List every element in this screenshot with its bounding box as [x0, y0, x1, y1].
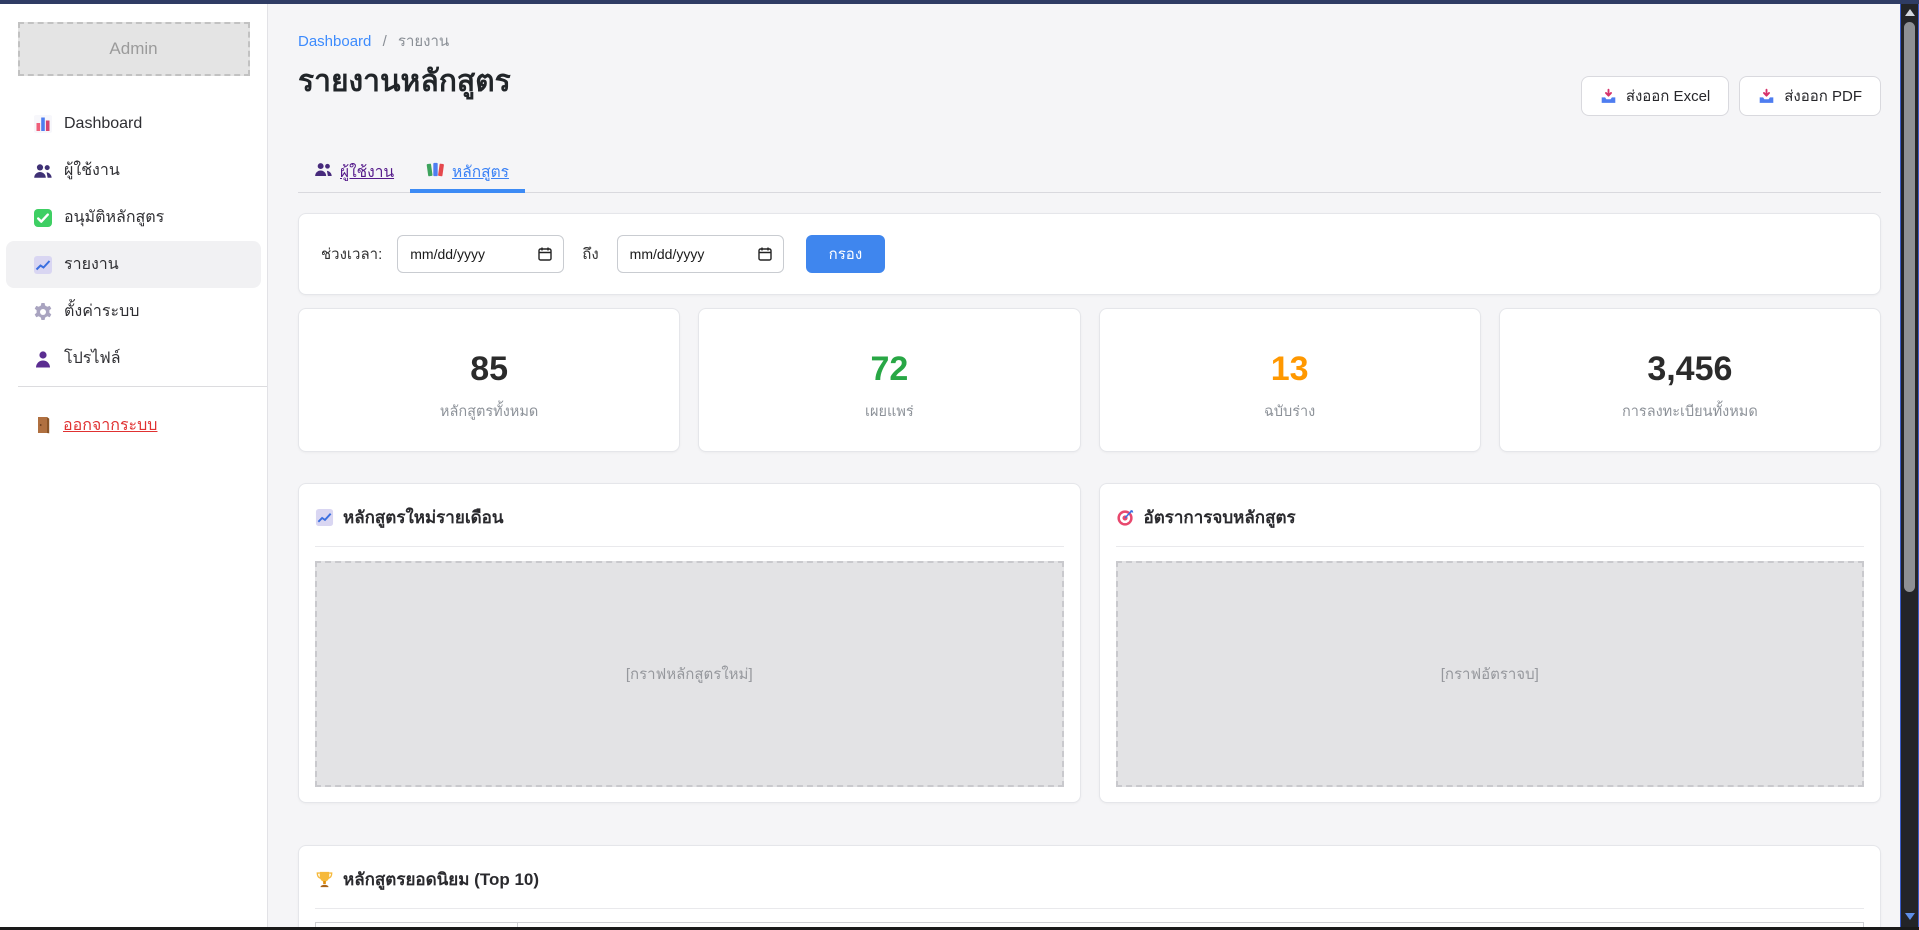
- page-title: รายงานหลักสูตร: [298, 60, 511, 104]
- users-icon: [314, 160, 333, 179]
- trophy-icon: [315, 870, 334, 889]
- breadcrumb-dashboard-link[interactable]: Dashboard: [298, 33, 371, 50]
- line-chart-icon: [33, 255, 53, 275]
- sidebar-item-label: ตั้งค่าระบบ: [64, 299, 139, 324]
- divider: [315, 908, 1864, 909]
- sidebar-item-profile[interactable]: โปรไฟล์: [6, 335, 261, 382]
- logout-label: ออกจากระบบ: [63, 413, 157, 438]
- filter-submit-button[interactable]: กรอง: [806, 235, 885, 273]
- line-chart-icon: [315, 508, 334, 527]
- date-to-label: ถึง: [582, 242, 598, 266]
- export-buttons: ส่งออก Excel ส่งออก PDF: [1581, 76, 1881, 116]
- export-excel-button[interactable]: ส่งออก Excel: [1581, 76, 1729, 116]
- sidebar: Admin Dashboard ผู้ใช้งาน อนุมัติหลักสูต…: [0, 4, 268, 930]
- books-icon: [426, 160, 445, 179]
- sidebar-item-label: Dashboard: [64, 115, 142, 133]
- date-filter-bar: ช่วงเวลา: ถึง กรอง: [298, 213, 1881, 295]
- calendar-icon[interactable]: [537, 246, 553, 262]
- tab-courses[interactable]: หลักสูตร: [410, 156, 525, 192]
- sidebar-item-settings[interactable]: ตั้งค่าระบบ: [6, 288, 261, 335]
- bar-chart-icon: [33, 114, 53, 134]
- breadcrumb-current: รายงาน: [398, 33, 449, 50]
- popular-courses-card: หลักสูตรยอดนิยม (Top 10): [298, 845, 1881, 930]
- breadcrumb-separator: /: [383, 33, 387, 50]
- sidebar-item-label: รายงาน: [64, 252, 119, 277]
- charts-row: หลักสูตรใหม่รายเดือน [กราฟหลักสูตรใหม่] …: [298, 483, 1881, 803]
- main-area: Dashboard / รายงาน รายงานหลักสูตร ส่งออก…: [268, 4, 1900, 930]
- door-icon: [33, 415, 53, 435]
- completion-rate-chart-placeholder: [กราฟอัตราจบ]: [1116, 561, 1865, 787]
- stat-card-published: 72 เผยแพร่: [698, 308, 1080, 452]
- sidebar-divider: [18, 386, 267, 387]
- completion-rate-chart-card: อัตราการจบหลักสูตร [กราฟอัตราจบ]: [1099, 483, 1882, 803]
- sidebar-item-approve-courses[interactable]: อนุมัติหลักสูตร: [6, 194, 261, 241]
- inbox-tray-icon: [1600, 88, 1617, 105]
- new-courses-chart-card: หลักสูตรใหม่รายเดือน [กราฟหลักสูตรใหม่]: [298, 483, 1081, 803]
- stat-label: หลักสูตรทั้งหมด: [299, 400, 679, 423]
- date-to-input[interactable]: [617, 235, 784, 273]
- scrollbar-thumb[interactable]: [1904, 22, 1915, 592]
- stat-value: 72: [699, 349, 1079, 389]
- placeholder-text: [กราฟหลักสูตรใหม่]: [626, 662, 753, 686]
- check-icon: [33, 208, 53, 228]
- stat-value: 3,456: [1500, 349, 1880, 389]
- tab-users[interactable]: ผู้ใช้งาน: [298, 156, 410, 192]
- stats-row: 85 หลักสูตรทั้งหมด 72 เผยแพร่ 13 ฉบับร่า…: [298, 308, 1881, 452]
- date-to-field[interactable]: [630, 246, 757, 262]
- calendar-icon[interactable]: [757, 246, 773, 262]
- stat-card-total-enrollments: 3,456 การลงทะเบียนทั้งหมด: [1499, 308, 1881, 452]
- report-tabs: ผู้ใช้งาน หลักสูตร: [298, 156, 1881, 193]
- stat-label: การลงทะเบียนทั้งหมด: [1500, 400, 1880, 423]
- app-logo-text: Admin: [109, 39, 157, 59]
- divider: [1116, 546, 1865, 547]
- sidebar-item-dashboard[interactable]: Dashboard: [6, 100, 261, 147]
- sidebar-item-label: อนุมัติหลักสูตร: [64, 205, 164, 230]
- scrollbar[interactable]: [1900, 0, 1919, 930]
- export-pdf-button[interactable]: ส่งออก PDF: [1739, 76, 1881, 116]
- sidebar-item-label: โปรไฟล์: [64, 346, 121, 371]
- export-excel-label: ส่งออก Excel: [1626, 84, 1710, 108]
- chart-title: อัตราการจบหลักสูตร: [1144, 504, 1296, 531]
- target-icon: [1116, 508, 1135, 527]
- sidebar-item-label: ผู้ใช้งาน: [64, 158, 120, 183]
- scroll-up-arrow-icon[interactable]: [1905, 9, 1915, 16]
- app-logo-placeholder: Admin: [18, 22, 250, 76]
- date-from-input[interactable]: [397, 235, 564, 273]
- scroll-down-arrow-icon[interactable]: [1905, 913, 1915, 920]
- sidebar-nav: Dashboard ผู้ใช้งาน อนุมัติหลักสูตร รายง…: [0, 100, 267, 382]
- popular-courses-title: หลักสูตรยอดนิยม (Top 10): [343, 866, 539, 893]
- users-icon: [33, 161, 53, 181]
- stat-value: 85: [299, 349, 679, 389]
- stat-label: เผยแพร่: [699, 400, 1079, 423]
- stat-label: ฉบับร่าง: [1100, 400, 1480, 423]
- tab-users-label: ผู้ใช้งาน: [340, 159, 394, 184]
- chart-title: หลักสูตรใหม่รายเดือน: [343, 504, 504, 531]
- logout-link[interactable]: ออกจากระบบ: [0, 405, 267, 445]
- breadcrumb: Dashboard / รายงาน: [298, 29, 449, 53]
- export-pdf-label: ส่งออก PDF: [1784, 84, 1862, 108]
- sidebar-item-reports[interactable]: รายงาน: [6, 241, 261, 288]
- divider: [315, 546, 1064, 547]
- stat-card-total-courses: 85 หลักสูตรทั้งหมด: [298, 308, 680, 452]
- window-top-edge: [0, 0, 1919, 4]
- date-range-label: ช่วงเวลา:: [321, 242, 382, 266]
- date-from-field[interactable]: [410, 246, 537, 262]
- tab-courses-label: หลักสูตร: [452, 159, 509, 184]
- gear-icon: [33, 302, 53, 322]
- placeholder-text: [กราฟอัตราจบ]: [1441, 662, 1539, 686]
- stat-value: 13: [1100, 349, 1480, 389]
- inbox-tray-icon: [1758, 88, 1775, 105]
- new-courses-chart-placeholder: [กราฟหลักสูตรใหม่]: [315, 561, 1064, 787]
- person-icon: [33, 349, 53, 369]
- sidebar-item-users[interactable]: ผู้ใช้งาน: [6, 147, 261, 194]
- stat-card-drafts: 13 ฉบับร่าง: [1099, 308, 1481, 452]
